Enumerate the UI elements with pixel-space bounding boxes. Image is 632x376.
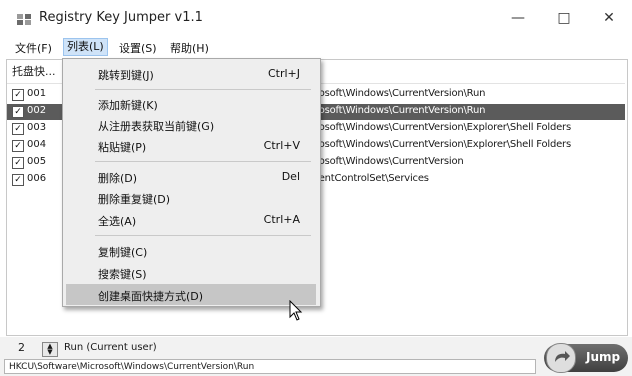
menu-item-shortcut: Ctrl+J bbox=[267, 67, 300, 80]
row-id: 001 bbox=[27, 88, 47, 99]
menu-separator bbox=[95, 89, 311, 90]
menu-settings[interactable]: 设置(S) bbox=[119, 40, 157, 56]
list-menu-dropdown: 跳转到键(J) Ctrl+J 添加新键(K) 从注册表获取当前键(G) 粘贴键(… bbox=[62, 58, 321, 307]
menu-item-label: 全选(A) bbox=[98, 215, 137, 228]
row-path: rosoft\Windows\CurrentVersion\Run bbox=[315, 88, 486, 99]
row-checkbox[interactable]: ✓ bbox=[12, 106, 24, 118]
menu-file[interactable]: 文件(F) bbox=[15, 40, 52, 56]
mouse-cursor-icon bbox=[289, 300, 303, 321]
menu-help[interactable]: 帮助(H) bbox=[170, 40, 209, 56]
row-id: 002 bbox=[27, 105, 47, 116]
column-header-tray[interactable]: 托盘快... bbox=[7, 60, 69, 84]
menu-item-shortcut: Ctrl+V bbox=[263, 139, 300, 152]
row-id: 006 bbox=[27, 173, 47, 184]
menu-item-delete[interactable]: 删除(D) Del bbox=[66, 166, 316, 187]
menu-list[interactable]: 列表(L) bbox=[63, 38, 108, 56]
menu-bar: 文件(F) 列表(L) 设置(S) 帮助(H) bbox=[0, 37, 632, 57]
row-checkbox[interactable]: ✓ bbox=[12, 123, 24, 135]
menu-item-create-desktop-shortcut[interactable]: 创建桌面快捷方式(D) bbox=[66, 284, 316, 305]
menu-item-label: 粘贴键(P) bbox=[98, 141, 147, 154]
menu-item-label: 跳转到键(J) bbox=[98, 69, 154, 82]
menu-item-copy-key[interactable]: 复制键(C) bbox=[66, 240, 316, 261]
jump-arrow-icon bbox=[546, 343, 576, 373]
menu-item-jump-to-key[interactable]: 跳转到键(J) Ctrl+J bbox=[66, 63, 316, 84]
row-id: 005 bbox=[27, 156, 47, 167]
menu-item-label: 从注册表获取当前键(G) bbox=[98, 120, 215, 133]
close-button[interactable]: ✕ bbox=[594, 8, 624, 28]
minimize-button[interactable]: — bbox=[503, 8, 533, 28]
menu-item-paste-key[interactable]: 粘贴键(P) Ctrl+V bbox=[66, 135, 316, 156]
current-path-field[interactable]: HKCU\Software\Microsoft\Windows\CurrentV… bbox=[4, 359, 536, 374]
row-id: 003 bbox=[27, 122, 47, 133]
menu-separator bbox=[95, 235, 311, 236]
menu-item-search-key[interactable]: 搜索键(S) bbox=[66, 262, 316, 283]
menu-item-delete-duplicates[interactable]: 删除重复键(D) bbox=[66, 187, 316, 208]
row-path: rosoft\Windows\CurrentVersion\Explorer\S… bbox=[315, 122, 571, 133]
menu-item-label: 搜索键(S) bbox=[98, 268, 147, 281]
menu-separator bbox=[95, 161, 311, 162]
jump-button[interactable]: Jump bbox=[544, 343, 628, 373]
spinner-arrows-icon[interactable]: ▲ ▼ bbox=[42, 342, 58, 357]
jump-button-label: Jump bbox=[586, 350, 621, 364]
maximize-button[interactable]: □ bbox=[549, 8, 579, 28]
row-checkbox[interactable]: ✓ bbox=[12, 140, 24, 152]
row-checkbox[interactable]: ✓ bbox=[12, 157, 24, 169]
spinner-value[interactable]: 2 bbox=[8, 341, 38, 355]
menu-item-label: 添加新键(K) bbox=[98, 99, 158, 112]
menu-item-select-all[interactable]: 全选(A) Ctrl+A bbox=[66, 209, 316, 230]
mode-label: Run (Current user) bbox=[64, 342, 157, 353]
row-path: rosoft\Windows\CurrentVersion\Run bbox=[315, 105, 486, 116]
row-id: 004 bbox=[27, 139, 47, 150]
row-checkbox[interactable]: ✓ bbox=[12, 89, 24, 101]
row-path: rosoft\Windows\CurrentVersion bbox=[315, 156, 464, 167]
title-bar: Registry Key Jumper v1.1 — □ ✕ bbox=[0, 0, 632, 36]
window-title: Registry Key Jumper v1.1 bbox=[39, 10, 203, 25]
row-path: rosoft\Windows\CurrentVersion\Explorer\S… bbox=[315, 139, 571, 150]
menu-item-label: 复制键(C) bbox=[98, 246, 148, 259]
row-path: rentControlSet\Services bbox=[315, 173, 429, 184]
row-checkbox[interactable]: ✓ bbox=[12, 174, 24, 186]
registry-app-icon bbox=[17, 14, 31, 25]
menu-item-shortcut: Del bbox=[281, 170, 300, 183]
menu-item-get-current-key[interactable]: 从注册表获取当前键(G) bbox=[66, 114, 316, 135]
menu-item-label: 删除重复键(D) bbox=[98, 193, 171, 206]
menu-item-shortcut: Ctrl+A bbox=[263, 213, 300, 226]
menu-item-add-key[interactable]: 添加新键(K) bbox=[66, 93, 316, 114]
menu-item-label: 创建桌面快捷方式(D) bbox=[98, 290, 204, 303]
menu-item-label: 删除(D) bbox=[98, 172, 138, 185]
